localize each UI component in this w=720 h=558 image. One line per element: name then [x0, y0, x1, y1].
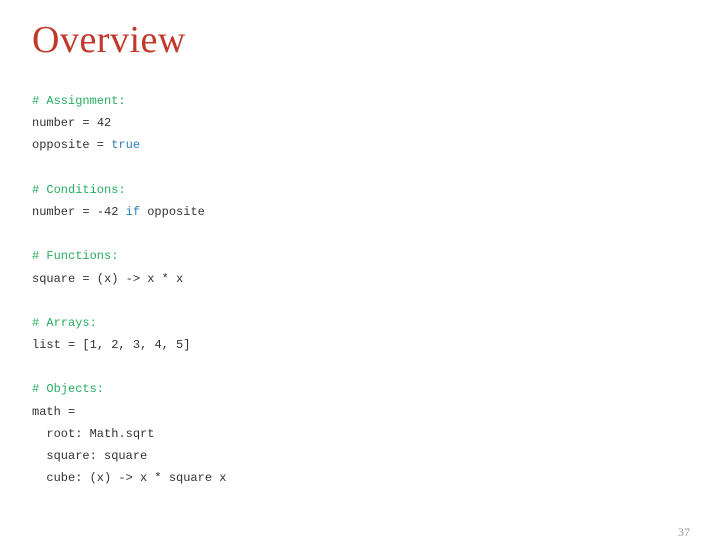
- code-text: 42: [97, 116, 111, 130]
- blank-line: [32, 360, 39, 374]
- code-text: list = [: [32, 338, 90, 352]
- code-text: 3: [133, 338, 140, 352]
- comment-objects: # Objects:: [32, 382, 104, 396]
- comment-arrays: # Arrays:: [32, 316, 97, 330]
- code-keyword: true: [111, 138, 140, 152]
- code-text: ]: [183, 338, 190, 352]
- code-text: 1: [90, 338, 97, 352]
- code-text: 42: [104, 205, 118, 219]
- code-text: number: [32, 116, 75, 130]
- code-text: =: [75, 116, 97, 130]
- code-text: cube: (x) -> x * square x: [32, 471, 226, 485]
- comment-conditions: # Conditions:: [32, 183, 126, 197]
- code-text: number = -: [32, 205, 104, 219]
- code-block: # Assignment: number = 42 opposite = tru…: [32, 90, 720, 489]
- code-text: ,: [118, 338, 132, 352]
- page-number: 37: [678, 525, 690, 540]
- comment-functions: # Functions:: [32, 249, 118, 263]
- code-keyword: if: [126, 205, 140, 219]
- code-text: ,: [162, 338, 176, 352]
- code-text: math =: [32, 405, 75, 419]
- code-text: [118, 205, 125, 219]
- code-text: 4: [154, 338, 161, 352]
- code-text: square: square: [32, 449, 147, 463]
- code-text: opposite: [140, 205, 205, 219]
- code-text: root: Math.sqrt: [32, 427, 154, 441]
- code-text: ,: [97, 338, 111, 352]
- code-text: ,: [140, 338, 154, 352]
- code-text: square = (x) -> x * x: [32, 272, 183, 286]
- blank-line: [32, 294, 39, 308]
- page-title: Overview: [32, 18, 720, 62]
- blank-line: [32, 227, 39, 241]
- code-text: opposite =: [32, 138, 111, 152]
- comment-assignment: # Assignment:: [32, 94, 126, 108]
- blank-line: [32, 161, 39, 175]
